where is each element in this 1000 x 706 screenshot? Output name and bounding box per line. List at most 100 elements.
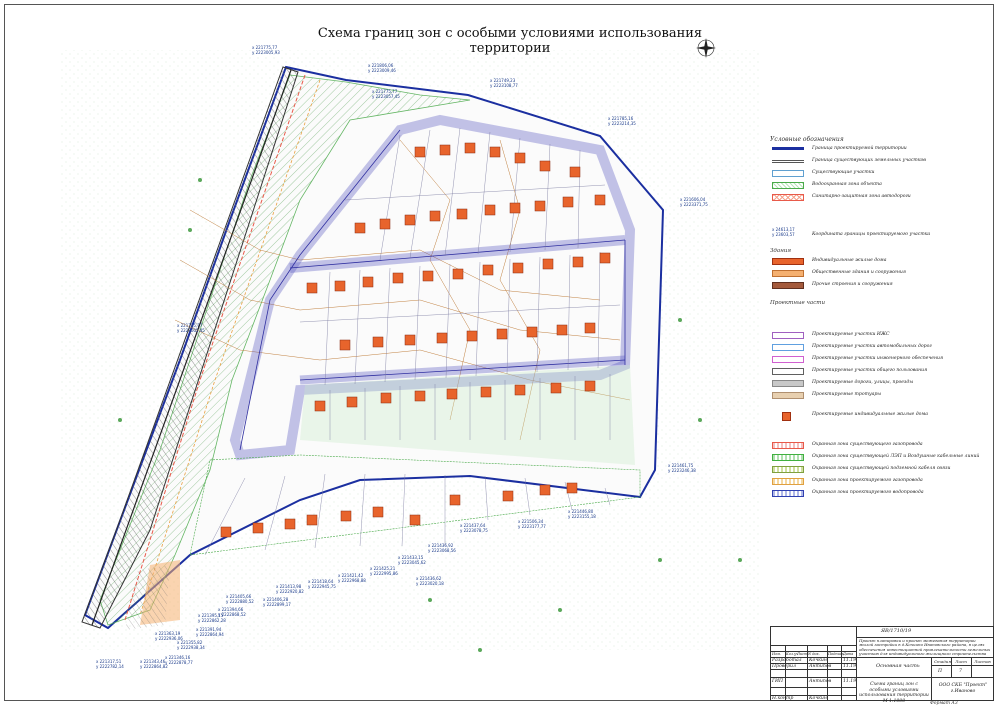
legend-symbol — [772, 392, 804, 399]
house-marker — [306, 514, 318, 526]
legend-label: Координата границы проектируемого участк… — [812, 232, 931, 237]
coord-y: у 2222880,52 — [226, 598, 254, 604]
house-marker — [372, 506, 384, 518]
role-4: Н.контр — [772, 696, 794, 701]
coord-y: у 2223009,46 — [368, 67, 396, 73]
coord-label: х 221785,16 у 2223214,35 — [608, 116, 636, 126]
house-marker — [380, 392, 392, 404]
house-marker — [306, 282, 318, 294]
legend-label: Индивидуальные жилые дома — [812, 258, 887, 263]
house-marker — [439, 144, 451, 156]
coord-label: х 221413,98 у 2222920,82 — [276, 584, 304, 594]
house-marker — [392, 272, 404, 284]
sheet-format: Формат А3 — [930, 701, 958, 706]
coord-y: у 2223005,93 — [252, 49, 280, 55]
section-name: Основная часть — [876, 663, 920, 669]
legend-symbol — [772, 466, 804, 473]
coord-label: х 221406,28 у 2222899,17 — [263, 597, 291, 607]
coord-label: х 221775,77 у 2223057,45 — [372, 89, 400, 99]
coord-label: х 221425,21 у 2222995,86 — [370, 566, 398, 576]
legend-symbol — [772, 344, 804, 351]
stage-value: П — [938, 669, 943, 674]
house-marker — [334, 280, 346, 292]
coord-y: у 2223108,77 — [490, 82, 518, 88]
house-marker — [340, 510, 352, 522]
house-marker — [449, 494, 461, 506]
coord-y: у 2222782,14 — [96, 663, 124, 669]
house-marker — [502, 490, 514, 502]
coord-y: у 2222938,34 — [177, 644, 205, 650]
project-name: Проект планировки и проект межевания тер… — [859, 638, 991, 656]
coord-label: х 221421,42 у 2222968,88 — [338, 573, 366, 583]
house-marker — [464, 142, 476, 154]
house-marker — [496, 328, 508, 340]
hdr-list: Лист — [797, 652, 808, 656]
legend-label: Охранная зона существующей подземной каб… — [812, 466, 951, 471]
legend-symbol — [772, 258, 804, 265]
sheet-value: 7 — [959, 669, 962, 674]
legend-label: Проектируемые участки общего пользования — [812, 368, 928, 373]
coord-label: х 221363,19 у 2222936,06 — [155, 631, 183, 641]
coord-y: у 2222862,28 — [198, 617, 226, 623]
house-marker — [456, 208, 468, 220]
house-marker — [514, 152, 526, 164]
house-marker — [482, 264, 494, 276]
legend-label: Существующие участки — [812, 170, 875, 175]
coord-label: х 221346,16 у 2222878,77 — [165, 655, 193, 665]
coord-label: х 221317,51 у 2222782,14 — [96, 659, 124, 669]
house-marker — [429, 210, 441, 222]
legend-symbol — [772, 368, 804, 375]
name-3: Антипов — [809, 679, 832, 684]
coord-label: х 221775,77 у 2223005,93 — [252, 45, 280, 55]
doc-code: ЯВ/1710/19 — [881, 628, 912, 634]
coord-y: у 2223068,56 — [428, 547, 456, 553]
legend-label: Проектируемые участки инженерного обеспе… — [812, 356, 943, 361]
legend-symbol — [772, 356, 804, 363]
date-3: 11.19 — [843, 679, 857, 684]
house-marker — [550, 382, 562, 394]
coord-y: у 23603,57 — [772, 231, 795, 237]
legend-label: Охранная зона существующего газопровода — [812, 442, 923, 447]
coord-y: у 2223214,35 — [608, 120, 636, 126]
house-marker — [599, 252, 611, 264]
house-marker — [404, 214, 416, 226]
coord-label: х 221436,62 у 2223020,18 — [416, 576, 444, 586]
house-marker — [422, 270, 434, 282]
role-2: Проверил — [772, 664, 796, 669]
legend-label: Граница существующих земельных участков — [812, 158, 926, 163]
house-marker — [284, 518, 296, 530]
coord-y: у 2223155,18 — [568, 513, 596, 519]
coord-y: у 2222945,75 — [308, 583, 336, 589]
coord-label: х 221806,06 у 2223009,46 — [368, 63, 396, 73]
house-marker — [339, 339, 351, 351]
legend-label: Охранная зона существующей ЛЭП и Воздушн… — [812, 454, 980, 459]
house-marker — [562, 196, 574, 208]
legend-section-projected: Проектные части — [770, 300, 826, 306]
house-marker — [436, 332, 448, 344]
coord-y: у 2222864,94 — [196, 631, 224, 637]
coord-y: у 2223057,45 — [372, 93, 400, 99]
legend-symbol — [772, 332, 804, 339]
house-marker — [512, 262, 524, 274]
coord-label: х 221405,66 у 2222880,52 — [226, 594, 254, 604]
legend-symbol — [772, 170, 804, 177]
coord-y: у 2223177,77 — [518, 523, 546, 529]
coord-y: у 2222920,82 — [276, 588, 304, 594]
coord-label: х 221446,80 у 2223155,18 — [568, 509, 596, 519]
legend-label: Водоохранная зона объекта — [812, 182, 882, 187]
house-marker — [379, 218, 391, 230]
legend-symbol — [782, 412, 791, 421]
coord-y: у 2222899,17 — [263, 601, 291, 607]
coord-label: х 221355,82 у 2222938,34 — [177, 640, 205, 650]
coord-y: у 2223045,62 — [398, 559, 426, 565]
house-marker — [404, 334, 416, 346]
hdr-sign: Подпись — [828, 652, 844, 656]
coord-y: у 2223078,75 — [460, 527, 488, 533]
organization: ООО СКБ "Проект" г.Иваново — [938, 683, 988, 694]
legend-section-buildings: Здания — [770, 248, 791, 254]
house-marker — [314, 400, 326, 412]
legend-symbol — [772, 194, 804, 201]
sheets-header: Листов — [974, 659, 991, 664]
legend-symbol — [772, 442, 804, 449]
house-marker — [446, 388, 458, 400]
